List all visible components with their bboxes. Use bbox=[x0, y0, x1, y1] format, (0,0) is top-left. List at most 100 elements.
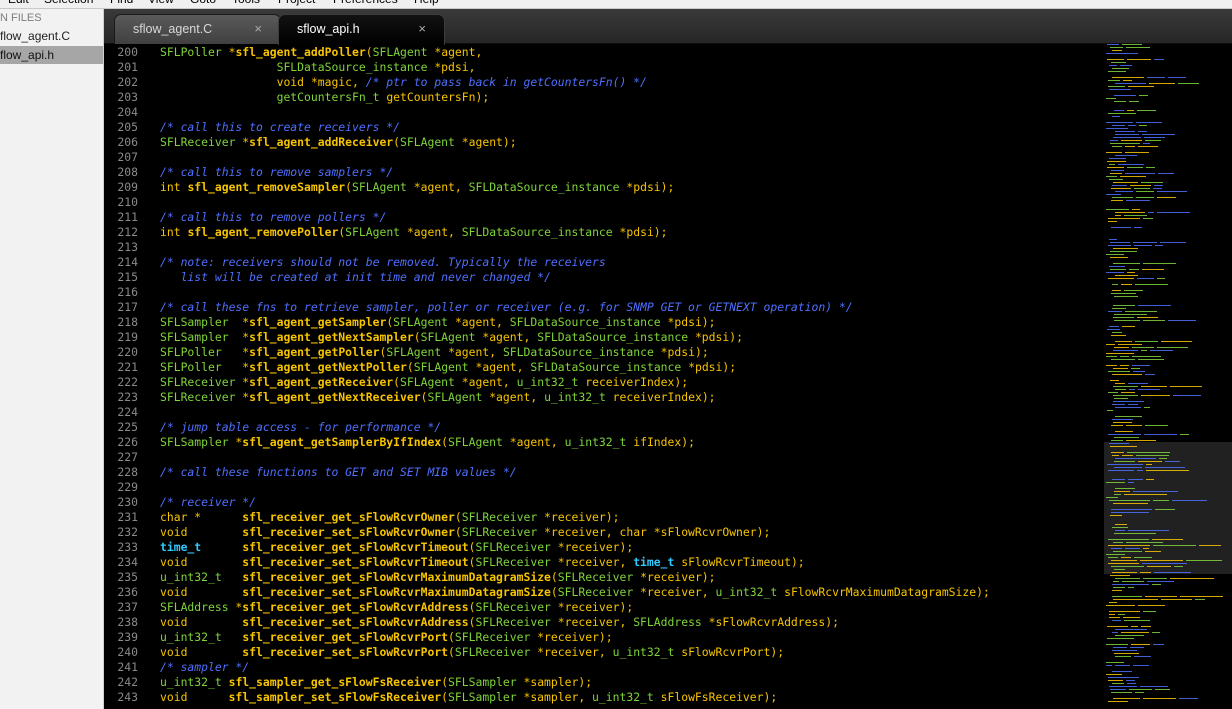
menu-item-help[interactable]: Help bbox=[414, 0, 439, 6]
minimap[interactable] bbox=[1104, 44, 1232, 709]
code-token: /* sampler */ bbox=[160, 660, 250, 674]
code-line[interactable]: 230 /* receiver */ bbox=[104, 495, 1104, 510]
code-line[interactable]: 227 bbox=[104, 450, 1104, 465]
code-line[interactable]: 210 bbox=[104, 195, 1104, 210]
code-line[interactable]: 225 /* jump table access - for performanc… bbox=[104, 420, 1104, 435]
code-line[interactable]: 216 bbox=[104, 285, 1104, 300]
menu-item-tools[interactable]: Tools bbox=[232, 0, 260, 6]
menu-item-selection[interactable]: Selection bbox=[44, 0, 93, 6]
code-line[interactable]: 223 SFLReceiver *sfl_agent_getNextReceive… bbox=[104, 390, 1104, 405]
code-line[interactable]: 200 SFLPoller *sfl_agent_addPoller(SFLAge… bbox=[104, 45, 1104, 60]
code-line[interactable]: 201 SFLDataSource_instance *pdsi, bbox=[104, 60, 1104, 75]
code-editor[interactable]: 200 SFLPoller *sfl_agent_addPoller(SFLAge… bbox=[104, 44, 1104, 709]
code-line[interactable]: 211 /* call this to remove pollers */ bbox=[104, 210, 1104, 225]
code-text: SFLSampler *sfl_agent_getSamplerByIfInde… bbox=[160, 435, 695, 450]
code-line[interactable]: 203 getCountersFn_t getCountersFn); bbox=[104, 90, 1104, 105]
code-line[interactable]: 231 char * sfl_receiver_get_sFlowRcvrOwne… bbox=[104, 510, 1104, 525]
code-text: void sfl_sampler_set_sFlowFsReceiver(SFL… bbox=[160, 690, 777, 705]
close-icon[interactable]: × bbox=[254, 21, 262, 36]
minimap-line bbox=[1118, 614, 1125, 615]
code-line[interactable]: 242 u_int32_t sfl_sampler_get_sFlowFsRece… bbox=[104, 675, 1104, 690]
code-line[interactable]: 221 SFLPoller *sfl_agent_getNextPoller(SF… bbox=[104, 360, 1104, 375]
code-text: SFLDataSource_instance *pdsi, bbox=[160, 60, 476, 75]
code-token: SFLSampler bbox=[160, 435, 229, 449]
code-token: SFLAgent bbox=[420, 330, 476, 344]
minimap-line bbox=[1112, 146, 1122, 147]
menu-item-preferences[interactable]: Preferences bbox=[333, 0, 398, 6]
code-line[interactable]: 218 SFLSampler *sfl_agent_getSampler(SFLA… bbox=[104, 315, 1104, 330]
minimap-line bbox=[1108, 677, 1139, 678]
code-line[interactable]: 222 SFLReceiver *sfl_agent_getReceiver(SF… bbox=[104, 375, 1104, 390]
sidebar-item-sflow-agent-c[interactable]: flow_agent.C bbox=[0, 27, 103, 45]
line-number: 211 bbox=[117, 210, 138, 224]
code-line[interactable]: 228 /* call these functions to GET and SE… bbox=[104, 465, 1104, 480]
code-line[interactable]: 232 void sfl_receiver_set_sFlowRcvrOwner(… bbox=[104, 525, 1104, 540]
code-line[interactable]: 233 time_t sfl_receiver_get_sFlowRcvrTime… bbox=[104, 540, 1104, 555]
minimap-line bbox=[1111, 560, 1137, 561]
code-token: ( bbox=[550, 585, 558, 599]
menu-item-view[interactable]: View bbox=[148, 0, 174, 6]
minimap-line bbox=[1122, 455, 1133, 456]
menu-item-project[interactable]: Project bbox=[278, 0, 315, 6]
minimap-line bbox=[1114, 461, 1135, 462]
code-line[interactable]: 237 SFLAddress *sfl_receiver_get_sFlowRcv… bbox=[104, 600, 1104, 615]
code-line[interactable]: 220 SFLPoller *sfl_agent_getPoller(SFLAge… bbox=[104, 345, 1104, 360]
minimap-line bbox=[1106, 194, 1121, 195]
minimap-line bbox=[1113, 698, 1140, 699]
menu-item-goto[interactable]: Goto bbox=[190, 0, 216, 6]
minimap-line bbox=[1113, 305, 1135, 306]
line-number: 228 bbox=[117, 465, 138, 479]
code-line[interactable]: 215 list will be created at init time an… bbox=[104, 270, 1104, 285]
minimap-line bbox=[1106, 344, 1115, 345]
code-token: *receiver); bbox=[530, 630, 613, 644]
minimap-line bbox=[1111, 509, 1152, 510]
minimap-line bbox=[1147, 77, 1165, 78]
menu-item-find[interactable]: Find bbox=[110, 0, 133, 6]
code-line[interactable]: 207 bbox=[104, 150, 1104, 165]
code-line[interactable]: 212 int sfl_agent_removePoller(SFLAgent *… bbox=[104, 225, 1104, 240]
code-token: u_int32_t bbox=[564, 435, 627, 449]
tab-sflow-api-h[interactable]: sflow_api.h × bbox=[278, 14, 445, 45]
code-line[interactable]: 209 int sfl_agent_removeSampler(SFLAgent … bbox=[104, 180, 1104, 195]
minimap-line bbox=[1145, 425, 1168, 426]
line-number: 224 bbox=[117, 405, 138, 419]
minimap-line bbox=[1139, 125, 1147, 126]
minimap-line bbox=[1126, 680, 1135, 681]
tab-sflow-agent-c[interactable]: sflow_agent.C × bbox=[114, 14, 281, 44]
code-line[interactable]: 217 /* call these fns to retrieve sampler… bbox=[104, 300, 1104, 315]
code-line[interactable]: 243 void sfl_sampler_set_sFlowFsReceiver(… bbox=[104, 690, 1104, 705]
close-icon[interactable]: × bbox=[418, 21, 426, 36]
code-line[interactable]: 238 void sfl_receiver_set_sFlowRcvrAddres… bbox=[104, 615, 1104, 630]
code-token: void bbox=[160, 645, 243, 659]
code-line[interactable]: 208 /* call this to remove samplers */ bbox=[104, 165, 1104, 180]
code-line[interactable]: 206 SFLReceiver *sfl_agent_addReceiver(SF… bbox=[104, 135, 1104, 150]
code-token: ( bbox=[406, 360, 414, 374]
code-text: /* sampler */ bbox=[160, 660, 249, 675]
code-line[interactable]: 204 bbox=[104, 105, 1104, 120]
code-line[interactable]: 240 void sfl_receiver_set_sFlowRcvrPort(S… bbox=[104, 645, 1104, 660]
minimap-line bbox=[1113, 263, 1140, 264]
code-line[interactable]: 226 SFLSampler *sfl_agent_getSamplerByIfI… bbox=[104, 435, 1104, 450]
code-text: /* call this to create receivers */ bbox=[160, 120, 400, 135]
minimap-line bbox=[1124, 494, 1167, 495]
code-line[interactable]: 241 /* sampler */ bbox=[104, 660, 1104, 675]
minimap-line bbox=[1110, 380, 1119, 381]
code-line[interactable]: 239 u_int32_t sfl_receiver_get_sFlowRcvrP… bbox=[104, 630, 1104, 645]
menu-item-edit[interactable]: Edit bbox=[8, 0, 29, 6]
code-line[interactable]: 214 /* note: receivers should not be remo… bbox=[104, 255, 1104, 270]
code-line[interactable]: 213 bbox=[104, 240, 1104, 255]
code-line[interactable]: 205 /* call this to create receivers */ bbox=[104, 120, 1104, 135]
sidebar-item-sflow-api-h[interactable]: flow_api.h bbox=[0, 46, 103, 64]
code-line[interactable]: 224 bbox=[104, 405, 1104, 420]
code-line[interactable]: 235 u_int32_t sfl_receiver_get_sFlowRcvrM… bbox=[104, 570, 1104, 585]
code-line[interactable]: 229 bbox=[104, 480, 1104, 495]
minimap-line bbox=[1152, 584, 1161, 585]
minimap-line bbox=[1109, 158, 1126, 159]
code-line[interactable]: 202 void *magic, /* ptr to pass back in … bbox=[104, 75, 1104, 90]
code-line[interactable]: 234 void sfl_receiver_set_sFlowRcvrTimeou… bbox=[104, 555, 1104, 570]
code-token: * bbox=[235, 375, 250, 389]
code-line[interactable]: 236 void sfl_receiver_set_sFlowRcvrMaximu… bbox=[104, 585, 1104, 600]
code-line[interactable]: 219 SFLSampler *sfl_agent_getNextSampler(… bbox=[104, 330, 1104, 345]
